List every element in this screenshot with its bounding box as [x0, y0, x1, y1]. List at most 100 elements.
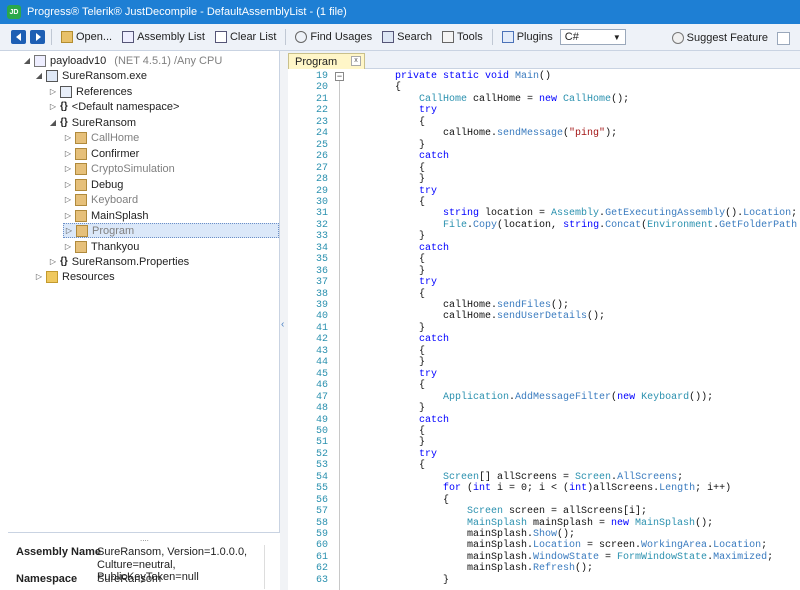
- code-token: {: [419, 116, 426, 128]
- code-token: {: [419, 345, 426, 357]
- suggest-feature-button[interactable]: Suggest Feature: [669, 28, 771, 48]
- collapsed-arrow-icon[interactable]: ▷: [48, 102, 58, 112]
- collapsed-arrow-icon[interactable]: ▷: [48, 257, 58, 267]
- code-line: }: [419, 357, 425, 368]
- code-line: catch: [419, 334, 449, 345]
- arrow-left-icon: [15, 33, 21, 41]
- tree-type-node-selected[interactable]: ▷ Program: [63, 223, 279, 238]
- line-number: 19: [315, 71, 328, 82]
- tree-type-node[interactable]: ▷ Keyboard: [63, 192, 138, 207]
- tab-program[interactable]: Program x: [288, 53, 365, 70]
- tree-namespace[interactable]: ◢ {} SureRansom: [48, 115, 136, 130]
- code-line: {: [443, 495, 449, 506]
- collapsed-arrow-icon[interactable]: ▷: [63, 149, 73, 159]
- collapse-pane-icon[interactable]: ‹: [281, 319, 284, 330]
- collapsed-arrow-icon[interactable]: ▷: [63, 242, 73, 252]
- folder-open-icon: [61, 31, 73, 43]
- assembly-list-button[interactable]: Assembly List: [119, 27, 208, 47]
- line-number: 51: [315, 437, 328, 449]
- code-line: catch: [419, 151, 449, 162]
- code-token: CallHome: [419, 93, 468, 105]
- properties-scrollbar[interactable]: [264, 545, 276, 589]
- tree-type-node[interactable]: ▷ Confirmer: [63, 146, 139, 161]
- code-token: MainSplash: [635, 517, 696, 529]
- class-icon: [75, 178, 87, 191]
- collapsed-arrow-icon[interactable]: ▷: [63, 180, 73, 190]
- tree-type-label: CallHome: [91, 131, 140, 144]
- code-line: {: [419, 346, 425, 357]
- panel-resize-grip[interactable]: ....: [140, 534, 149, 543]
- tree-assembly-label: SureRansom.exe: [62, 69, 147, 82]
- pin-button[interactable]: [777, 31, 790, 45]
- collapsed-arrow-icon[interactable]: ▷: [63, 195, 73, 205]
- code-token: location =: [479, 208, 552, 220]
- tools-button[interactable]: Tools: [439, 27, 486, 47]
- namespace-label: Namespace: [16, 573, 78, 585]
- code-line: }: [443, 575, 449, 586]
- language-value: C#: [564, 31, 579, 43]
- line-number: 57: [315, 506, 328, 518]
- code-editor[interactable]: 19 20 21 22 23 24 25 26 27 28 29 30 31 32 33 34 35 36 37 38…: [288, 69, 800, 590]
- code-token: ;: [677, 471, 684, 483]
- tree-properties-namespace[interactable]: ▷ {} SureRansom.Properties: [48, 254, 189, 269]
- code-token: Location: [743, 208, 792, 220]
- editor-tab-strip: Program x: [288, 51, 800, 70]
- collapsed-arrow-icon[interactable]: ▷: [63, 211, 73, 221]
- collapsed-arrow-icon[interactable]: ▷: [64, 226, 74, 236]
- plugins-button[interactable]: Plugins: [499, 27, 556, 47]
- tree-type-node[interactable]: ▷ CryptoSimulation: [63, 161, 175, 176]
- class-icon: [76, 224, 88, 237]
- assembly-icon: [46, 69, 58, 82]
- code-token: MainSplash: [467, 517, 528, 529]
- tree-root[interactable]: ◢ payloadv10 (NET 4.5.1) /Any CPU: [22, 53, 222, 68]
- collapsed-arrow-icon[interactable]: ▷: [34, 272, 44, 282]
- collapsed-arrow-icon[interactable]: ▷: [48, 87, 58, 97]
- find-usages-button[interactable]: Find Usages: [292, 27, 375, 47]
- expand-arrow-icon[interactable]: ◢: [22, 56, 32, 66]
- expand-arrow-icon[interactable]: ◢: [48, 118, 58, 128]
- code-line: CallHome callHome = new CallHome();: [419, 94, 629, 105]
- tree-type-node[interactable]: ▷ Thankyou: [63, 239, 139, 254]
- clear-list-button[interactable]: Clear List: [212, 27, 279, 47]
- back-button[interactable]: [11, 30, 26, 44]
- collapsed-arrow-icon[interactable]: ▷: [63, 133, 73, 143]
- code-token: }: [419, 322, 426, 334]
- line-number: 58: [315, 517, 328, 529]
- tree-type-node[interactable]: ▷ Debug: [63, 177, 123, 192]
- arrow-right-icon: [35, 33, 41, 41]
- code-token: string: [443, 208, 480, 220]
- tree-resources[interactable]: ▷ Resources: [34, 269, 115, 284]
- collapsed-arrow-icon[interactable]: ▷: [63, 164, 73, 174]
- expand-arrow-icon[interactable]: ◢: [34, 71, 44, 81]
- tree-type-label: MainSplash: [91, 209, 149, 222]
- code-line: try: [419, 369, 437, 380]
- tree-type-node[interactable]: ▷ CallHome: [63, 130, 139, 145]
- search-button[interactable]: Search: [379, 27, 435, 47]
- code-line: try: [419, 449, 437, 460]
- pane-splitter[interactable]: ‹: [280, 51, 288, 590]
- code-token: }: [419, 357, 426, 369]
- close-tab-button[interactable]: x: [351, 56, 361, 66]
- code-token: try: [419, 277, 438, 289]
- assembly-name-value: SureRansom, Version=1.0.0.0,: [97, 546, 248, 558]
- tree-assembly[interactable]: ◢ SureRansom.exe: [34, 68, 147, 83]
- tree-default-namespace[interactable]: ▷ {} <Default namespace>: [48, 99, 180, 114]
- code-line: }: [419, 231, 425, 242]
- code-token: string: [563, 219, 600, 231]
- line-number: 29: [315, 185, 328, 197]
- find-usages-label: Find Usages: [310, 31, 373, 43]
- collapse-region-icon[interactable]: −: [335, 72, 344, 81]
- language-select[interactable]: C# ▼: [559, 29, 626, 45]
- code-token: callHome.: [443, 128, 498, 140]
- code-token: WindowState: [533, 551, 600, 563]
- code-token: ();: [695, 517, 714, 529]
- open-button[interactable]: Open...: [58, 27, 115, 47]
- code-token: new: [539, 93, 564, 105]
- code-line: {: [419, 117, 425, 128]
- code-line: Application.AddMessageFilter(new Keyboar…: [443, 392, 713, 403]
- forward-button[interactable]: [30, 30, 45, 44]
- code-token: Screen: [575, 471, 612, 483]
- tree-references[interactable]: ▷ References: [48, 84, 132, 99]
- tree-type-node[interactable]: ▷ MainSplash: [63, 208, 148, 223]
- line-number: 59: [315, 529, 328, 540]
